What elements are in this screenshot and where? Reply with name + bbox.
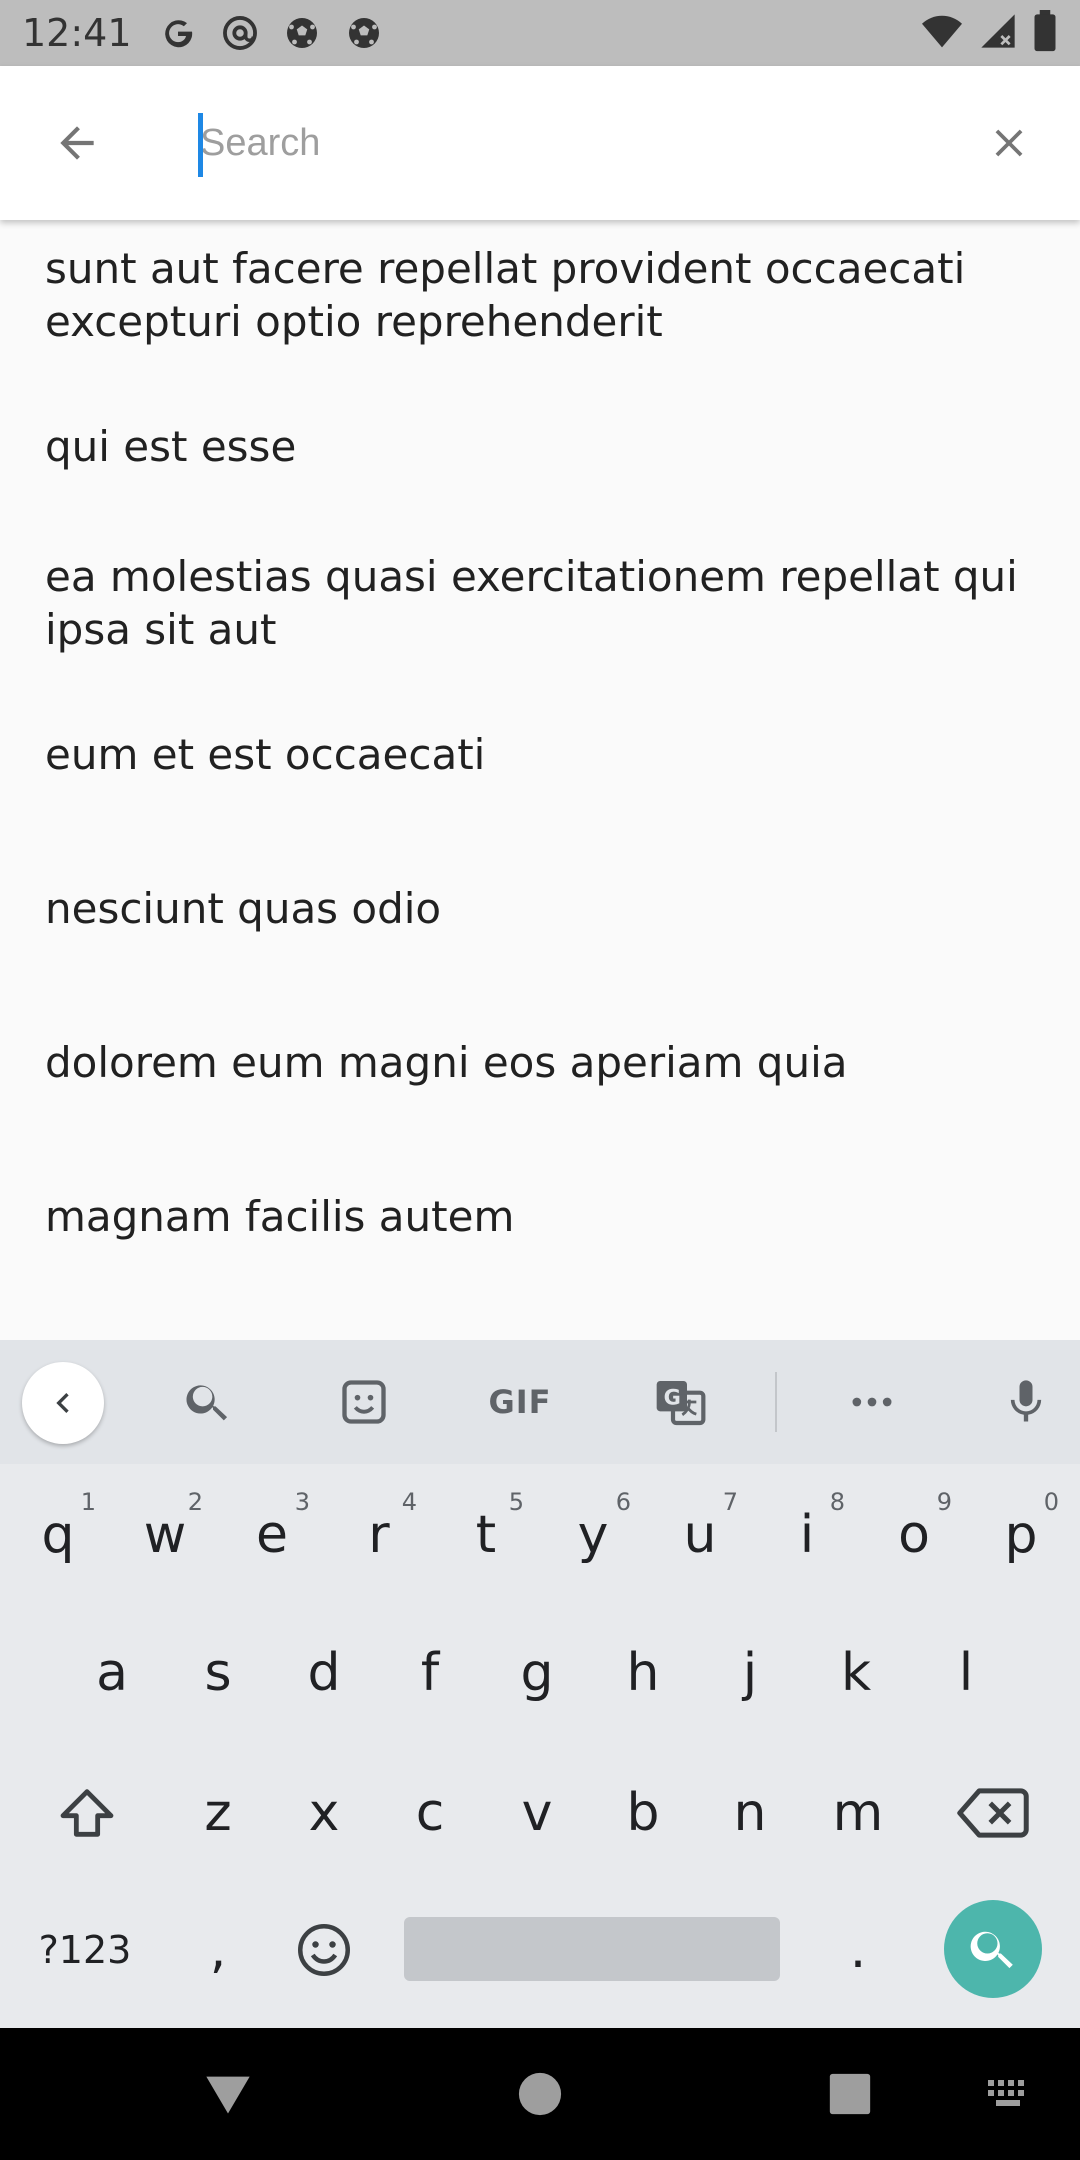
google-icon xyxy=(158,13,198,53)
system-nav-bar xyxy=(0,2028,1080,2160)
signal-icon xyxy=(978,11,1018,55)
system-icons xyxy=(920,10,1058,56)
key-r[interactable]: r4 xyxy=(327,1470,431,1600)
search-app-bar xyxy=(0,66,1080,220)
backspace-key[interactable] xyxy=(938,1748,1048,1878)
search-field[interactable] xyxy=(198,103,970,183)
wifi-icon xyxy=(920,11,964,55)
key-v[interactable]: v xyxy=(485,1748,589,1878)
key-t[interactable]: t5 xyxy=(434,1470,538,1600)
soccer-ball-icon xyxy=(282,13,322,53)
status-time: 12:41 xyxy=(22,11,132,55)
keyboard-sticker-button[interactable] xyxy=(324,1362,404,1442)
text-cursor xyxy=(198,113,203,177)
shift-key[interactable] xyxy=(32,1748,142,1878)
gif-icon: GIF xyxy=(488,1383,552,1421)
keyboard-icon xyxy=(988,2080,1024,2106)
keyboard-more-button[interactable] xyxy=(832,1362,912,1442)
list-item[interactable]: dolorem eum magni eos aperiam quia xyxy=(45,1036,1035,1089)
triangle-down-icon xyxy=(206,2076,250,2114)
shift-icon xyxy=(60,1789,114,1837)
nav-home-button[interactable] xyxy=(504,2058,576,2130)
more-horizontal-icon xyxy=(852,1397,892,1407)
status-bar: 12:41 xyxy=(0,0,1080,66)
comma-key[interactable]: , xyxy=(166,1885,270,2015)
list-item[interactable]: ea molestias quasi exercitationem repell… xyxy=(45,550,1035,656)
key-p[interactable]: p0 xyxy=(969,1470,1073,1600)
backspace-icon xyxy=(957,1788,1029,1838)
notification-icons xyxy=(158,13,384,53)
battery-icon xyxy=(1032,10,1058,56)
key-n[interactable]: n xyxy=(698,1748,802,1878)
key-c[interactable]: c xyxy=(378,1748,482,1878)
search-icon xyxy=(186,1385,228,1421)
at-sign-icon xyxy=(220,13,260,53)
soft-keyboard: GIF G q1 w2 e3 r4 t5 y6 u7 i8 o9 p0 a s … xyxy=(0,1340,1080,2028)
list-item[interactable]: nesciunt quas odio xyxy=(45,882,1035,935)
key-u[interactable]: u7 xyxy=(648,1470,752,1600)
key-a[interactable]: a xyxy=(60,1608,164,1738)
key-q[interactable]: q1 xyxy=(6,1470,110,1600)
list-item[interactable]: sunt aut facere repellat provident occae… xyxy=(45,242,1035,348)
key-l[interactable]: l xyxy=(914,1608,1018,1738)
chevron-left-icon xyxy=(56,1393,69,1413)
key-h[interactable]: h xyxy=(591,1608,695,1738)
key-y[interactable]: y6 xyxy=(541,1470,645,1600)
microphone-icon xyxy=(1010,1380,1042,1422)
list-item[interactable]: eum et est occaecati xyxy=(45,728,1035,781)
clear-button[interactable] xyxy=(970,104,1048,182)
keyboard-gif-button[interactable]: GIF xyxy=(480,1362,560,1442)
key-w[interactable]: w2 xyxy=(113,1470,217,1600)
keyboard-translate-button[interactable]: G xyxy=(640,1362,720,1442)
symbols-key[interactable]: ?123 xyxy=(28,1885,142,2015)
keyboard-switch-button[interactable] xyxy=(972,2058,1044,2130)
period-key[interactable]: . xyxy=(806,1885,910,2015)
arrow-left-icon xyxy=(60,126,94,160)
results-list: sunt aut facere repellat provident occae… xyxy=(0,220,1080,1340)
emoji-key[interactable] xyxy=(272,1885,376,2015)
square-icon xyxy=(829,2073,871,2115)
emoji-icon xyxy=(298,1924,350,1976)
key-m[interactable]: m xyxy=(806,1748,910,1878)
toolbar-divider xyxy=(775,1372,777,1432)
key-e[interactable]: e3 xyxy=(220,1470,324,1600)
key-g[interactable]: g xyxy=(485,1608,589,1738)
key-j[interactable]: j xyxy=(698,1608,802,1738)
keyboard-collapse-button[interactable] xyxy=(22,1362,104,1444)
close-icon xyxy=(995,129,1023,157)
nav-recents-button[interactable] xyxy=(814,2058,886,2130)
back-button[interactable] xyxy=(38,104,116,182)
key-f[interactable]: f xyxy=(378,1608,482,1738)
key-s[interactable]: s xyxy=(166,1608,270,1738)
key-z[interactable]: z xyxy=(166,1748,270,1878)
search-action-key[interactable] xyxy=(944,1900,1042,1998)
keyboard-voice-button[interactable] xyxy=(986,1362,1066,1442)
keyboard-toolbar: GIF G xyxy=(0,1340,1080,1464)
search-input[interactable] xyxy=(198,121,970,165)
key-x[interactable]: x xyxy=(272,1748,376,1878)
key-o[interactable]: o9 xyxy=(862,1470,966,1600)
list-item[interactable]: magnam facilis autem xyxy=(45,1190,1035,1243)
soccer-ball-icon xyxy=(344,13,384,53)
key-b[interactable]: b xyxy=(591,1748,695,1878)
list-item[interactable]: qui est esse xyxy=(45,420,1035,473)
key-i[interactable]: i8 xyxy=(755,1470,859,1600)
key-d[interactable]: d xyxy=(272,1608,376,1738)
svg-text:G: G xyxy=(664,1385,681,1409)
sticker-icon xyxy=(342,1380,386,1424)
nav-back-button[interactable] xyxy=(192,2058,264,2130)
key-k[interactable]: k xyxy=(804,1608,908,1738)
circle-icon xyxy=(518,2072,562,2116)
space-key[interactable] xyxy=(404,1917,780,1981)
search-icon xyxy=(970,1931,1013,1969)
keyboard-search-button[interactable] xyxy=(168,1362,248,1442)
translate-icon: G xyxy=(656,1381,706,1426)
